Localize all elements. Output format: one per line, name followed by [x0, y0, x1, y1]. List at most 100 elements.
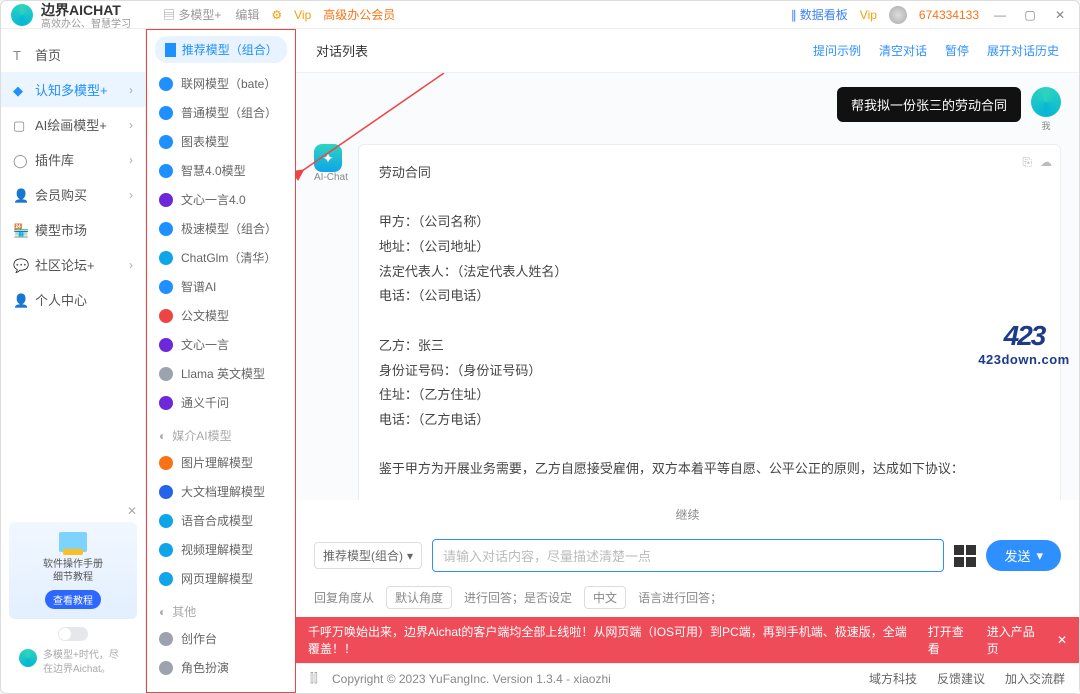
model-dot-icon — [159, 309, 173, 323]
settings-icon[interactable]: ⚙ — [271, 8, 282, 22]
model-item[interactable]: 通义千问 — [147, 388, 295, 417]
banner-open-link[interactable]: 打开查看 — [928, 623, 973, 657]
model-item[interactable]: 联网模型（bate） — [147, 69, 295, 98]
user-message: 帮我拟一份张三的劳动合同 我 — [314, 87, 1061, 132]
model-dot-icon — [159, 338, 173, 352]
promo-card: 软件操作手册 细节教程 查看教程 — [9, 522, 137, 619]
multimodel-menu[interactable]: ▤ 多模型+ — [163, 6, 221, 23]
lang-select[interactable]: 中文 — [584, 586, 626, 609]
model-item[interactable]: Llama 英文模型 — [147, 359, 295, 388]
model-item[interactable]: 角色扮演 — [147, 653, 295, 682]
chat-input[interactable]: 请输入对话内容，尽量描述清楚一点 — [432, 539, 944, 572]
pause-link[interactable]: 暂停 — [945, 42, 969, 59]
maximize-button[interactable]: ▢ — [1021, 8, 1039, 22]
footer-link-feedback[interactable]: 反馈建议 — [937, 670, 985, 687]
star-icon: ★ — [165, 43, 176, 57]
chart-icon: ⫿⫿ — [310, 671, 326, 686]
chevron-right-icon: › — [129, 118, 133, 132]
footer-link-company[interactable]: 域方科技 — [869, 670, 917, 687]
footer-link-group[interactable]: 加入交流群 — [1005, 670, 1065, 687]
ask-example-link[interactable]: 提问示例 — [813, 42, 861, 59]
store-icon: 🏪 — [13, 223, 29, 239]
clear-chat-link[interactable]: 清空对话 — [879, 42, 927, 59]
edit-menu[interactable]: 编辑 — [235, 6, 259, 23]
model-label: 图片理解模型 — [181, 454, 253, 471]
expand-history-link[interactable]: 展开对话历史 — [987, 42, 1059, 59]
brand-name: 边界AICHAT — [41, 0, 131, 20]
model-item[interactable]: 普通模型（组合） — [147, 98, 295, 127]
theme-toggle[interactable] — [58, 627, 88, 641]
sidebar-item-market[interactable]: 🏪模型市场 — [1, 212, 145, 247]
model-item[interactable]: 图表模型 — [147, 127, 295, 156]
promo-close-icon[interactable]: ✕ — [9, 504, 137, 518]
vip-badge: Vip — [294, 8, 311, 22]
banner-close-icon[interactable]: ✕ — [1057, 633, 1067, 647]
sidebar-item-draw[interactable]: ▢AI绘画模型+› — [1, 107, 145, 142]
model-panel: ★推荐模型（组合） 联网模型（bate）普通模型（组合）图表模型智慧4.0模型文… — [146, 29, 296, 693]
model-dot-icon — [159, 514, 173, 528]
model-item[interactable]: ChatGlm（清华） — [147, 243, 295, 272]
ai-message: ✦ AI-Chat ⎘☁ 劳动合同 甲方：（公司名称） 地址：（公司地址） 法定… — [314, 144, 1061, 500]
chevron-right-icon: › — [129, 188, 133, 202]
media-icon: ◐ — [159, 429, 166, 443]
model-label: 联网模型（bate） — [181, 75, 276, 92]
conversation-header: 对话列表 提问示例 清空对话 暂停 展开对话历史 — [296, 29, 1079, 73]
model-dot-icon — [159, 572, 173, 586]
user-id: 674334133 — [919, 8, 979, 22]
model-dot-icon — [159, 632, 173, 646]
brand-mini-icon — [19, 649, 37, 667]
sidebar-item-home[interactable]: T首页 — [1, 37, 145, 72]
continue-button[interactable]: 继续 — [296, 500, 1079, 529]
model-item[interactable]: 智谱AI — [147, 272, 295, 301]
sidebar-item-multimodel[interactable]: ◆认知多模型+› — [1, 72, 145, 107]
send-button[interactable]: 发送▾ — [986, 540, 1061, 571]
model-label: 文心一言 — [181, 336, 229, 353]
model-item[interactable]: 语音合成模型 — [147, 506, 295, 535]
options-row: 回复角度从 默认角度 进行回答；是否设定 中文 语言进行回答； — [296, 582, 1079, 617]
qr-icon[interactable] — [954, 545, 976, 567]
model-item[interactable]: 极速模型（组合） — [147, 214, 295, 243]
close-button[interactable]: ✕ — [1051, 8, 1069, 22]
banner-product-link[interactable]: 进入产品页 — [987, 623, 1043, 657]
cloud-icon[interactable]: ☁ — [1040, 151, 1052, 174]
model-item[interactable]: 文心一言 — [147, 330, 295, 359]
model-label: 智谱AI — [181, 278, 216, 295]
sidebar-item-membership[interactable]: 👤会员购买› — [1, 177, 145, 212]
angle-select[interactable]: 默认角度 — [386, 586, 452, 609]
minimize-button[interactable]: — — [991, 8, 1009, 22]
model-dot-icon — [159, 456, 173, 470]
image-icon: ▢ — [13, 118, 29, 134]
model-dot-icon — [159, 251, 173, 265]
diamond-icon: ◆ — [13, 83, 29, 99]
sidebar-item-community[interactable]: 💬社区论坛+› — [1, 247, 145, 282]
user-icon: 👤 — [13, 188, 29, 204]
promo-view-button[interactable]: 查看教程 — [45, 590, 101, 609]
copy-icon[interactable]: ⎘ — [1022, 151, 1032, 174]
model-item[interactable]: 大文档理解模型 — [147, 477, 295, 506]
user-bubble: 帮我拟一份张三的劳动合同 — [837, 87, 1021, 122]
model-label: ChatGlm（清华） — [181, 249, 276, 266]
model-item[interactable]: 公文模型 — [147, 301, 295, 330]
model-section-other: ◐其他 — [147, 593, 295, 624]
conversation-area: 对话列表 提问示例 清空对话 暂停 展开对话历史 帮我拟一份张三的劳动合同 我 — [296, 29, 1079, 693]
model-item[interactable]: 网页理解模型 — [147, 564, 295, 593]
model-item[interactable]: 创作台 — [147, 624, 295, 653]
model-item[interactable]: 文心一言4.0 — [147, 185, 295, 214]
chevron-right-icon: › — [129, 83, 133, 97]
sidebar-item-plugins[interactable]: ◯插件库› — [1, 142, 145, 177]
announcement-banner: 千呼万唤始出来，边界Aichat的客户端均全部上线啦！从网页端（IOS可用）到P… — [296, 617, 1079, 663]
model-item[interactable]: 视频理解模型 — [147, 535, 295, 564]
model-item[interactable]: 图片理解模型 — [147, 448, 295, 477]
model-dot-icon — [159, 164, 173, 178]
premium-member-link[interactable]: 高级办公会员 — [323, 6, 395, 23]
data-board-link[interactable]: ∥数据看板 — [791, 6, 848, 23]
sidebar-item-profile[interactable]: 👤个人中心 — [1, 282, 145, 317]
slogan: 多模型+时代，尽在边界Aichat。 — [9, 649, 137, 685]
model-item[interactable]: 智慧4.0模型 — [147, 156, 295, 185]
model-featured[interactable]: ★推荐模型（组合） — [155, 36, 287, 63]
doc-icon — [59, 532, 87, 552]
model-select[interactable]: 推荐模型(组合) ▾ — [314, 542, 422, 569]
avatar[interactable] — [889, 6, 907, 24]
model-dot-icon — [159, 222, 173, 236]
chat-icon: 💬 — [13, 258, 29, 274]
